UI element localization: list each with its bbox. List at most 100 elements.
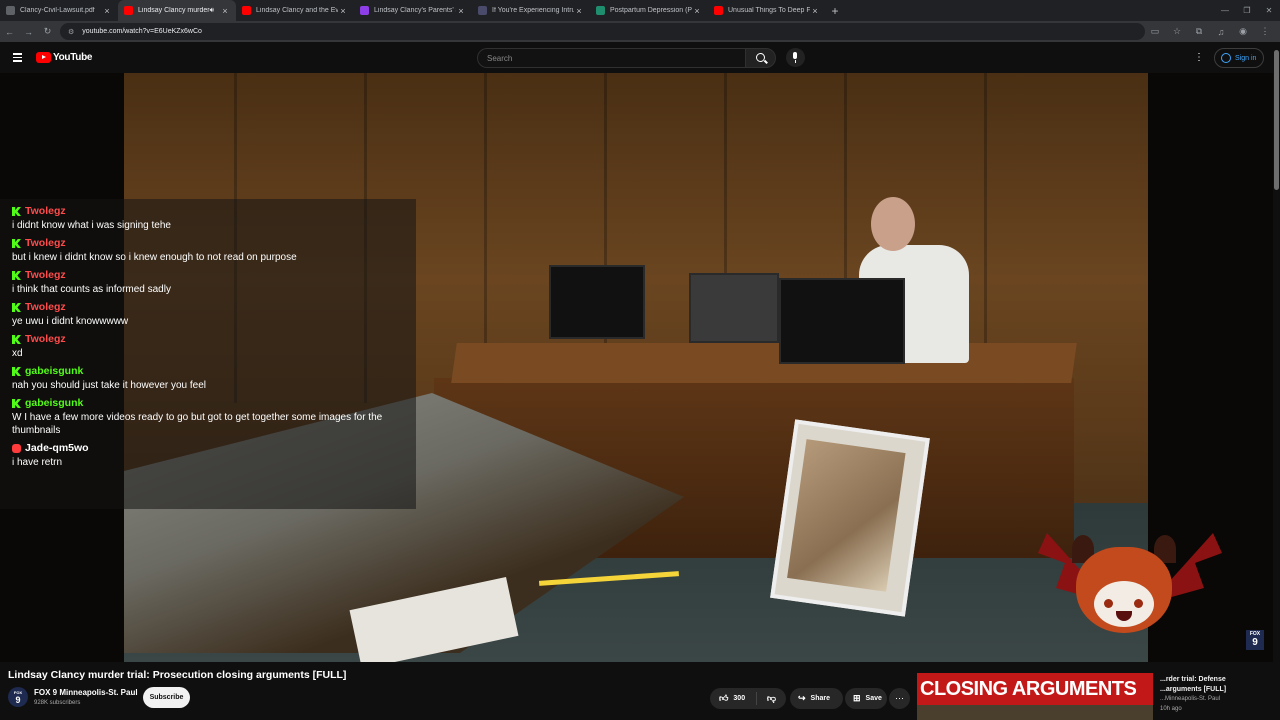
like-dislike-group: 👍︎ 300 👎︎	[710, 688, 786, 709]
bookmark-star-icon[interactable]: ☆	[1166, 26, 1188, 37]
channel-avatar[interactable]: FOX 9	[8, 687, 28, 707]
chat-username-text: gabeisgunk	[25, 365, 84, 377]
browser-tab[interactable]: Lindsay Clancy murder tri...🔊︎ ×	[118, 0, 236, 21]
chat-text: nah you should just take it however you …	[12, 380, 207, 391]
youtube-play-icon	[36, 52, 51, 63]
channel-name[interactable]: FOX 9 Minneapolis-St. Paul	[34, 688, 138, 697]
chat-message: gabeisgunk nah you should just take it ho…	[12, 364, 416, 392]
browser-tab[interactable]: Unusual Things To Deep Fry - Y×	[708, 0, 826, 21]
kick-badge-icon	[12, 239, 21, 248]
thumbs-up-icon: 👍︎	[719, 693, 729, 703]
chat-username: gabeisgunk	[12, 396, 416, 411]
recommended-video-thumbnail[interactable]: CLOSING ARGUMENTS	[917, 673, 1153, 720]
close-tab-icon[interactable]: ×	[102, 6, 112, 16]
close-window-icon[interactable]: ✕	[1258, 0, 1280, 21]
close-tab-icon[interactable]: ×	[574, 6, 584, 16]
chat-text: W I have a few more videos ready to go b…	[12, 412, 383, 436]
thumbnail-banner: CLOSING ARGUMENTS	[917, 673, 1153, 705]
recommended-age: 10h ago	[1160, 706, 1182, 712]
cast-icon[interactable]: ▭	[1144, 26, 1166, 37]
browser-tab[interactable]: Lindsay Clancy's Parents' $1 Mi×	[354, 0, 472, 21]
chat-message: Twolegz i think that counts as informed s…	[12, 268, 416, 296]
chat-username-text: Twolegz	[25, 333, 66, 345]
subscribe-button[interactable]: Subscribe	[143, 687, 190, 708]
close-tab-icon[interactable]: ×	[220, 6, 230, 16]
save-button[interactable]: ⊞ Save	[845, 688, 887, 709]
browser-tab-strip: Clancy-Civil-Lawsuit.pdf × Lindsay Clancy …	[0, 0, 1280, 21]
chat-message: Jade-qm5wo i have retrn	[12, 441, 416, 469]
close-tab-icon[interactable]: ×	[810, 6, 820, 16]
search-input[interactable]: Search	[477, 48, 745, 68]
reload-icon[interactable]: ↻	[38, 26, 57, 37]
channel-avatar-num: 9	[15, 695, 21, 705]
new-tab-icon[interactable]: +	[826, 4, 844, 18]
stream-chat-overlay: Twolegz i didnt know what i was signing t…	[0, 199, 416, 509]
share-label: Share	[810, 695, 831, 702]
site-icon	[478, 6, 487, 15]
youtube-logo[interactable]: YouTube	[36, 52, 93, 63]
minimize-icon[interactable]: —	[1214, 0, 1236, 21]
feather-icon	[360, 6, 369, 15]
browser-tab[interactable]: Postpartum Depression (PPD): S×	[590, 0, 708, 21]
close-tab-icon[interactable]: ×	[338, 6, 348, 16]
video-title: Lindsay Clancy murder trial: Prosecution…	[8, 669, 347, 681]
url-text: youtube.com/watch?v=E6UeKZx6wCo	[82, 28, 202, 35]
sign-in-button[interactable]: Sign in	[1214, 48, 1264, 68]
like-button[interactable]: 👍︎ 300	[710, 692, 757, 705]
settings-kebab-icon[interactable]: ⋮	[1194, 52, 1204, 63]
browser-menu-icon[interactable]: ⋮	[1254, 26, 1276, 37]
account-icon	[1221, 53, 1231, 63]
like-count: 300	[733, 695, 746, 702]
chat-username: Twolegz	[12, 236, 416, 251]
chat-message: gabeisgunk W I have a few more videos rea…	[12, 396, 416, 437]
media-icon[interactable]: ♫	[1210, 27, 1232, 37]
chat-username: Twolegz	[12, 268, 416, 283]
browser-tab[interactable]: Lindsay Clancy and the Evidenc×	[236, 0, 354, 21]
close-tab-icon[interactable]: ×	[456, 6, 466, 16]
save-icon: ⊞	[853, 693, 861, 703]
profile-icon[interactable]: ◉	[1232, 26, 1254, 37]
chat-message: Twolegz xd	[12, 332, 416, 360]
maximize-icon[interactable]: ❐	[1236, 0, 1258, 21]
address-bar[interactable]: ⚙ youtube.com/watch?v=E6UeKZx6wCo	[60, 23, 1145, 40]
search-button[interactable]	[745, 48, 776, 68]
extensions-icon[interactable]: ⧉	[1188, 26, 1210, 37]
share-icon: ↪	[798, 693, 806, 703]
close-tab-icon[interactable]: ×	[692, 6, 702, 16]
tab-title: Lindsay Clancy and the Evidenc	[256, 7, 338, 14]
menu-icon[interactable]	[13, 53, 22, 62]
audio-playing-icon[interactable]: 🔊︎	[210, 7, 214, 15]
red-panda-avatar	[1010, 493, 1250, 662]
sign-in-label: Sign in	[1235, 54, 1257, 62]
chat-username-text: Twolegz	[25, 269, 66, 281]
forward-icon[interactable]: →	[19, 27, 38, 37]
video-player[interactable]: Twolegz i didnt know what i was signing t…	[0, 73, 1273, 662]
browser-tab[interactable]: If You're Experiencing Intrusive×	[472, 0, 590, 21]
page-scrollbar[interactable]	[1273, 42, 1280, 720]
scrollbar-thumb[interactable]	[1274, 50, 1279, 190]
chat-text: xd	[12, 348, 23, 359]
chat-text: i didnt know what i was signing tehe	[12, 220, 171, 231]
window-controls: — ❐ ✕	[1214, 0, 1280, 21]
voice-search-icon[interactable]	[786, 48, 805, 67]
site-info-icon[interactable]: ⚙	[68, 28, 74, 36]
thumbs-down-icon: 👎︎	[766, 693, 777, 703]
tab-title: Lindsay Clancy's Parents' $1 Mi	[374, 7, 456, 14]
chat-username-text: Twolegz	[25, 237, 66, 249]
tab-title: Unusual Things To Deep Fry - Y	[728, 7, 810, 14]
youtube-logo-text: YouTube	[53, 52, 93, 63]
youtube-badge-icon	[12, 444, 21, 453]
youtube-icon	[242, 6, 251, 15]
dislike-button[interactable]: 👎︎	[757, 693, 786, 704]
search-icon	[756, 53, 765, 62]
chat-username-text: Twolegz	[25, 301, 66, 313]
subscriber-count: 928K subscribers	[34, 700, 81, 706]
browser-tab[interactable]: Clancy-Civil-Lawsuit.pdf ×	[0, 0, 118, 21]
recommended-video-title[interactable]: ...rder trial: Defense ...arguments [FUL…	[1160, 675, 1260, 695]
chat-text: i think that counts as informed sadly	[12, 284, 171, 295]
chat-text: but i knew i didnt know so i knew enough…	[12, 252, 297, 263]
back-icon[interactable]: ←	[0, 27, 19, 37]
clinic-icon	[596, 6, 605, 15]
share-button[interactable]: ↪ Share	[790, 688, 843, 709]
more-actions-icon[interactable]: ⋯	[889, 688, 910, 709]
